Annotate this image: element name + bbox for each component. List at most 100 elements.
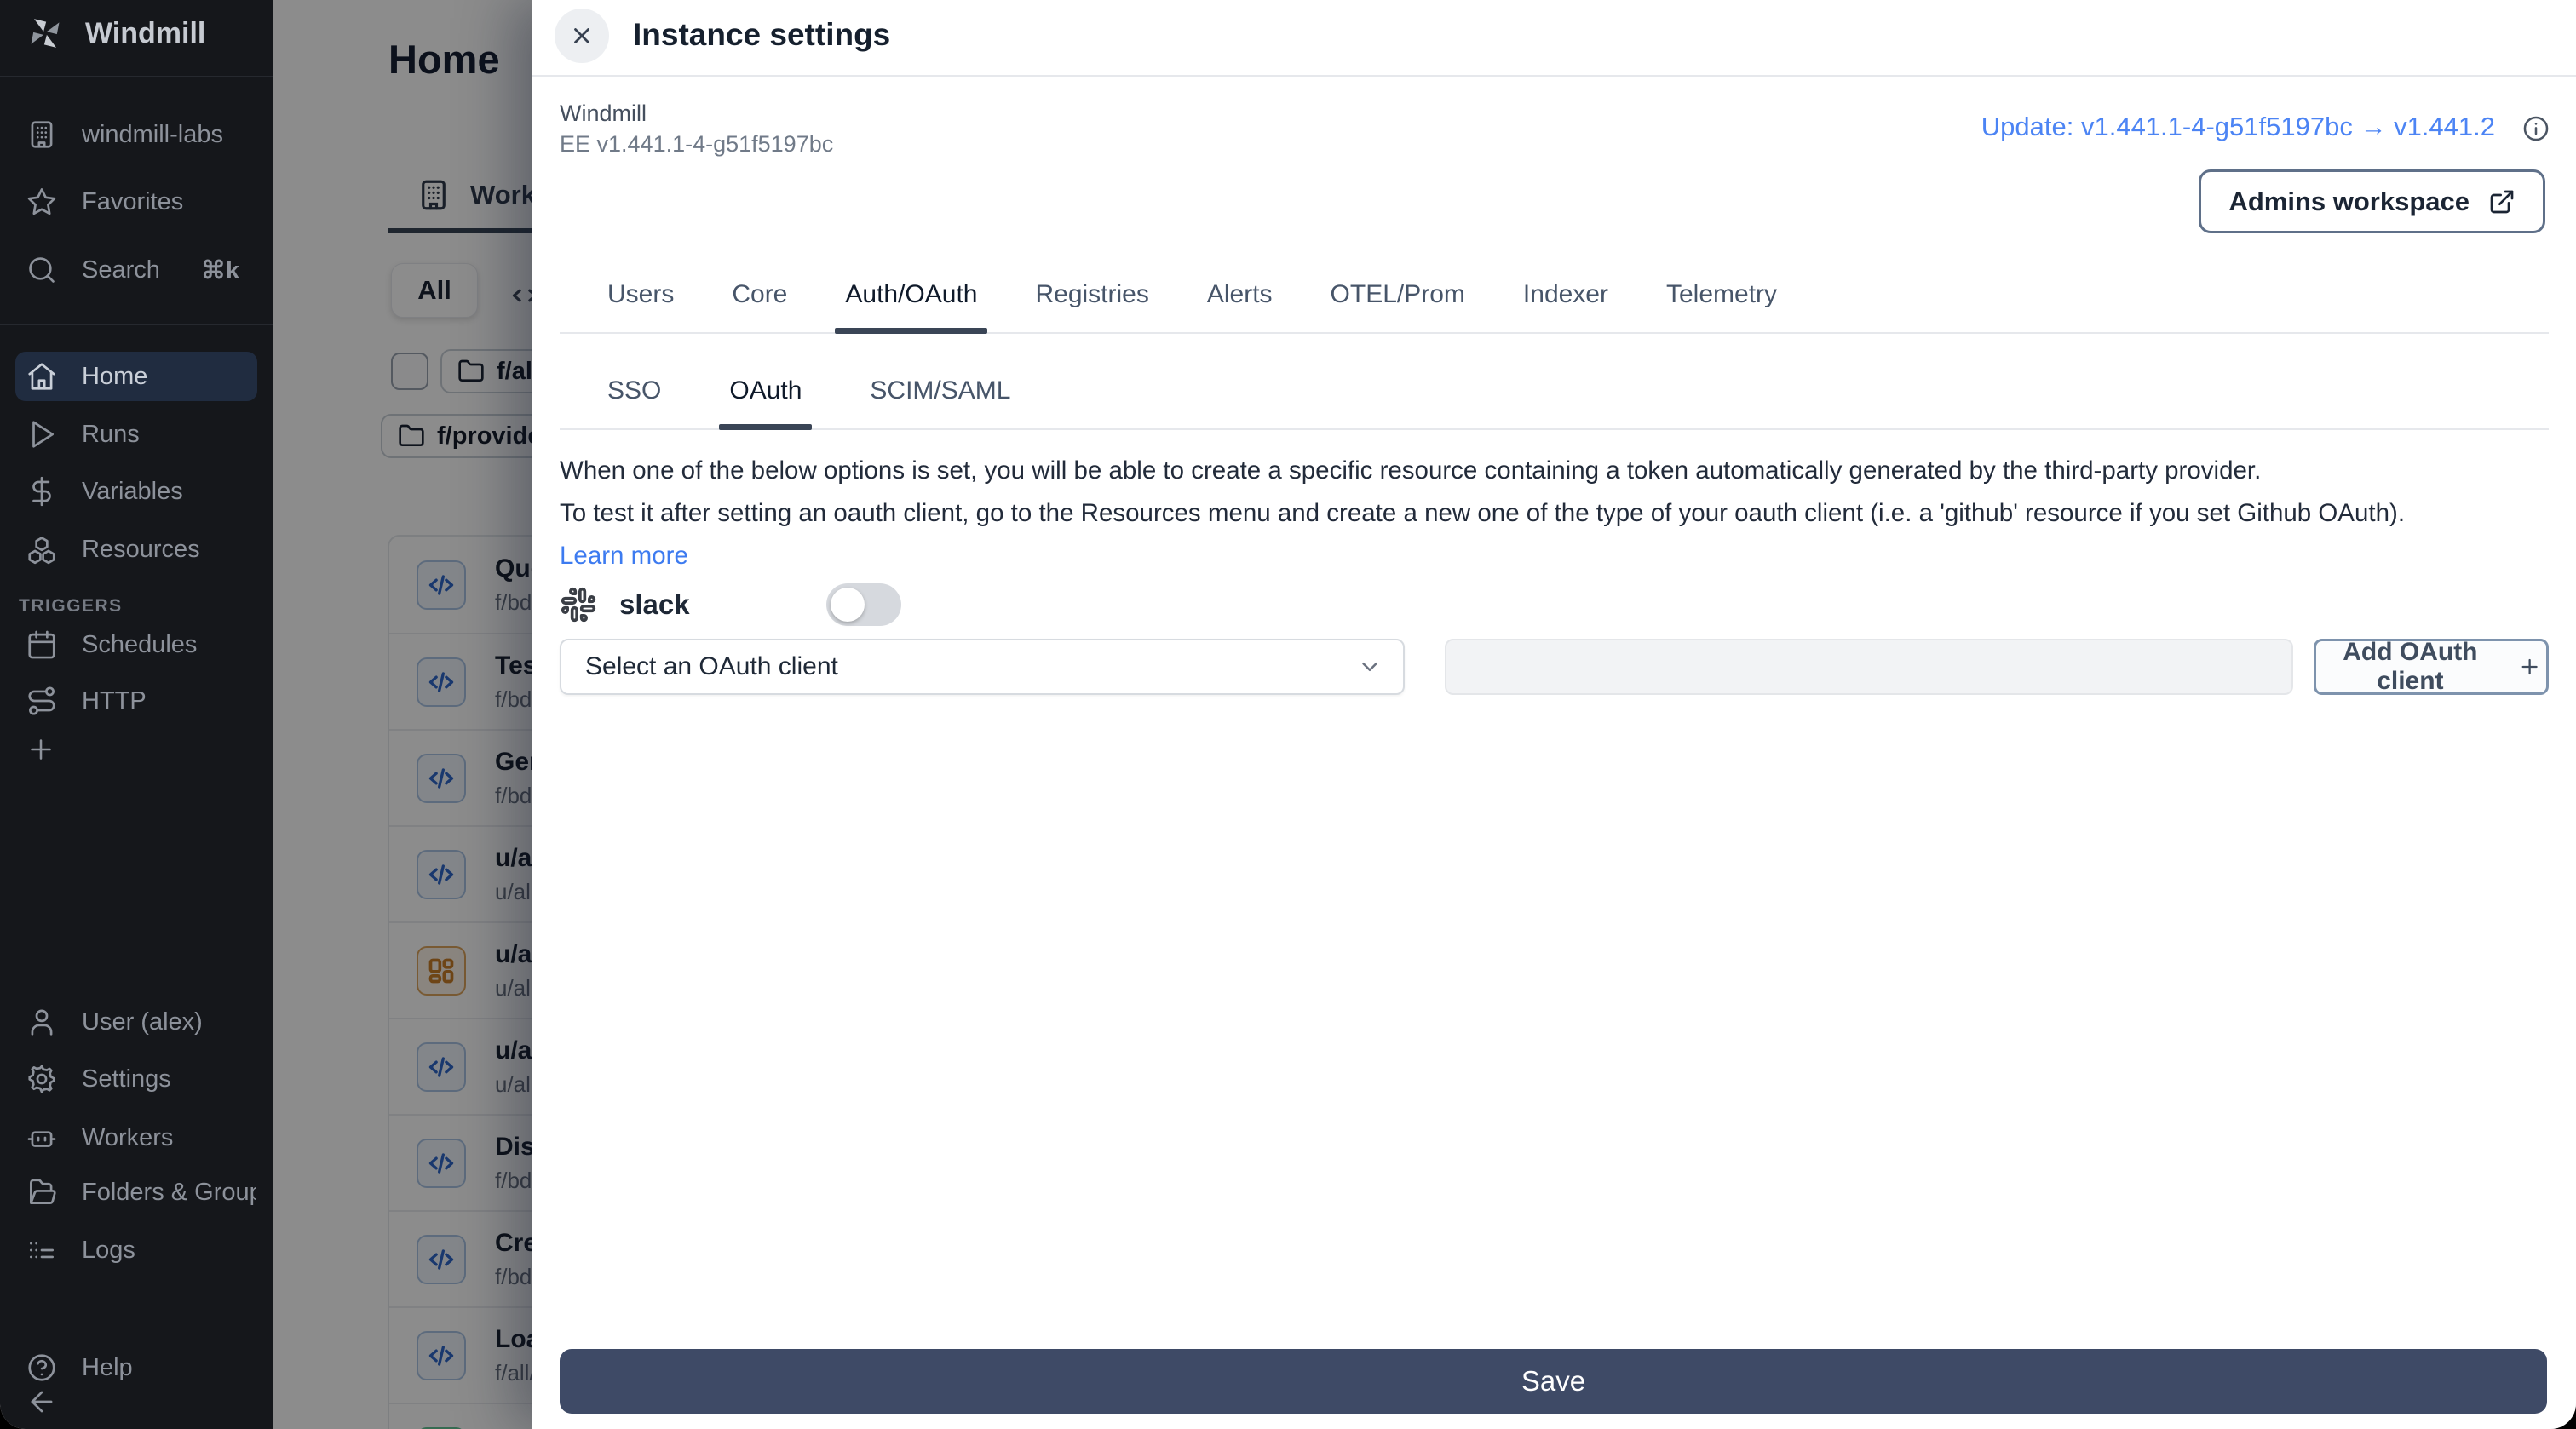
tab-label: Indexer: [1522, 280, 1608, 308]
oauth-client-id-input[interactable]: [1445, 639, 2293, 695]
sidebar-item-user[interactable]: User (alex): [26, 998, 256, 1046]
sidebar-item-variables[interactable]: Variables: [26, 468, 256, 515]
sidebar-item-label: Runs: [82, 420, 140, 448]
windmill-logo-icon: [31, 19, 60, 48]
sidebar-item-favorites[interactable]: Favorites: [26, 178, 256, 226]
tab-label: OAuth: [729, 376, 802, 405]
sidebar-item-label: Variables: [82, 477, 183, 505]
sidebar-item-label: User (alex): [82, 1007, 203, 1036]
learn-more-link[interactable]: Learn more: [560, 542, 688, 570]
settings-tabs: Users Core Auth/OAuth Registries Alerts …: [560, 257, 2549, 334]
plus-icon: [2521, 658, 2538, 675]
calendar-icon: [28, 630, 55, 659]
save-button[interactable]: Save: [560, 1349, 2547, 1414]
tab-label: Telemetry: [1666, 280, 1778, 308]
oauth-description: When one of the below options is set, yo…: [560, 450, 2525, 577]
tab-registries[interactable]: Registries: [1035, 257, 1148, 332]
tab-label: Users: [607, 280, 675, 308]
subtab-scim-saml[interactable]: SCIM/SAML: [870, 353, 1010, 428]
dollar-icon: [32, 476, 51, 507]
home-icon: [28, 363, 55, 390]
arrow-left-icon: [31, 1391, 53, 1413]
tab-label: Alerts: [1206, 280, 1273, 308]
search-icon: [29, 257, 55, 283]
tab-alerts[interactable]: Alerts: [1207, 257, 1273, 332]
instance-settings-drawer: Instance settings Windmill EE v1.441.1-4…: [532, 0, 2576, 1429]
tab-indexer[interactable]: Indexer: [1523, 257, 1608, 332]
product-name: Windmill: [560, 100, 647, 126]
admins-workspace-button[interactable]: Admins workspace: [2199, 169, 2545, 233]
sidebar-item-label: Folders & Groups...: [82, 1178, 256, 1206]
toggle-knob: [830, 588, 865, 622]
sidebar-item-label: windmill-labs: [82, 120, 223, 148]
oauth-client-select[interactable]: Select an OAuth client: [560, 639, 1405, 695]
folder-open-icon: [29, 1179, 56, 1205]
chevron-down-icon: [1362, 663, 1377, 671]
triggers-section-label: TRIGGERS: [19, 596, 123, 616]
slack-icon: [561, 587, 596, 623]
tab-label: Auth/OAuth: [845, 280, 978, 308]
version-text: EE v1.441.1-4-g51f5197bc: [560, 131, 834, 157]
route-icon: [28, 686, 55, 715]
tab-telemetry[interactable]: Telemetry: [1666, 257, 1777, 332]
sidebar-item-label: Favorites: [82, 187, 184, 215]
plus-icon: [31, 739, 51, 760]
bot-icon: [27, 1131, 56, 1147]
sidebar: Windmill windmill-labs Favorites Search …: [0, 0, 273, 1429]
button-label: Add OAuth client: [2343, 638, 2478, 695]
sidebar-item-runs[interactable]: Runs: [26, 410, 256, 458]
sidebar-item-http[interactable]: HTTP: [26, 677, 256, 725]
tab-label: OTEL/Prom: [1330, 280, 1465, 308]
close-icon: [574, 28, 589, 43]
star-icon: [27, 188, 56, 215]
description-line-1: When one of the below options is set, yo…: [560, 456, 2262, 485]
sidebar-item-workers[interactable]: Workers: [26, 1114, 256, 1162]
info-icon[interactable]: [2521, 114, 2550, 143]
gear-icon: [28, 1065, 55, 1093]
subtab-oauth[interactable]: OAuth: [719, 353, 813, 430]
sidebar-item-workspace[interactable]: windmill-labs: [26, 111, 256, 158]
update-link[interactable]: Update: v1.441.1-4-g51f5197bc → v1.441.2: [1981, 112, 2495, 142]
tab-label: SCIM/SAML: [870, 376, 1011, 405]
sidebar-divider: [0, 324, 273, 325]
app-name: Windmill: [85, 16, 206, 49]
sidebar-item-label: Workers: [82, 1123, 174, 1151]
auth-subtabs: SSO OAuth SCIM/SAML: [560, 353, 2549, 430]
user-icon: [31, 1009, 53, 1036]
tab-label: SSO: [607, 376, 662, 405]
sidebar-item-settings[interactable]: Settings: [26, 1055, 256, 1103]
sidebar-item-logs[interactable]: Logs: [26, 1226, 256, 1274]
tab-core[interactable]: Core: [732, 257, 787, 332]
search-shortcut: ⌘k: [200, 256, 240, 284]
external-link-icon: [2490, 190, 2514, 213]
description-line-2: To test it after setting an oauth client…: [560, 499, 2406, 527]
building-icon: [31, 121, 53, 148]
tab-label: Core: [732, 280, 788, 308]
sidebar-item-label: Logs: [82, 1236, 135, 1264]
subtab-sso[interactable]: SSO: [607, 353, 661, 428]
sidebar-item-home[interactable]: Home: [15, 352, 257, 401]
tab-auth-oauth[interactable]: Auth/OAuth: [835, 257, 988, 334]
slack-enable-toggle[interactable]: [825, 583, 901, 626]
sidebar-item-label: Home: [82, 362, 148, 390]
tab-otel-prom[interactable]: OTEL/Prom: [1331, 257, 1465, 332]
app-logo[interactable]: Windmill: [26, 14, 205, 53]
sidebar-item-resources[interactable]: Resources: [26, 525, 256, 573]
list-icon: [29, 1242, 55, 1259]
windmill-app: Windmill windmill-labs Favorites Search …: [0, 0, 2576, 1429]
add-trigger-button[interactable]: [26, 726, 256, 773]
sidebar-item-schedules[interactable]: Schedules: [26, 621, 256, 669]
collapse-sidebar-button[interactable]: [26, 1378, 256, 1426]
sidebar-item-search[interactable]: Search ⌘k: [26, 246, 256, 294]
header-divider: [532, 75, 2576, 77]
play-icon: [32, 421, 55, 448]
sidebar-item-folders-groups[interactable]: Folders & Groups...: [26, 1168, 256, 1216]
sidebar-item-label: Settings: [82, 1065, 171, 1093]
sidebar-divider: [0, 76, 273, 77]
add-oauth-client-button[interactable]: Add OAuth client: [2314, 638, 2549, 695]
close-button[interactable]: [555, 9, 609, 63]
tab-users[interactable]: Users: [607, 257, 674, 332]
slack-provider-row: slack: [560, 583, 901, 627]
drawer-title: Instance settings: [633, 17, 891, 52]
provider-name: slack: [619, 588, 690, 620]
